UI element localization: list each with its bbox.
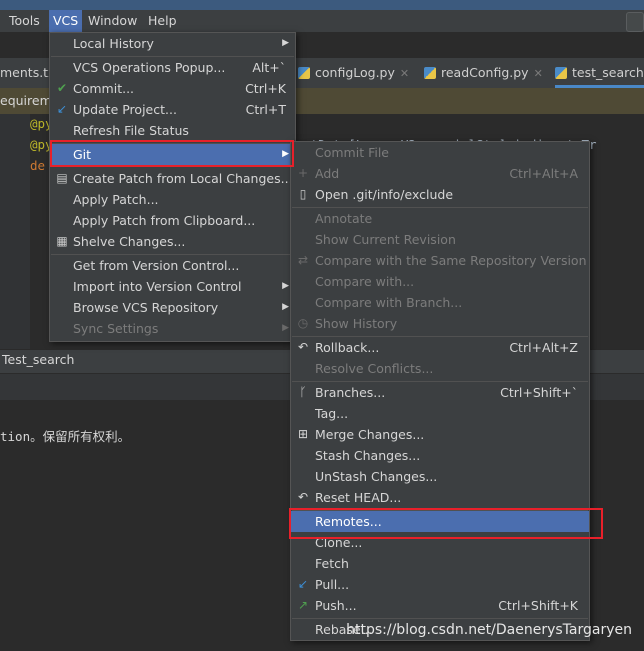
menu-item-get-from-vcs[interactable]: Get from Version Control... [50, 255, 295, 276]
menu-item-local-history[interactable]: Local History ▶ [50, 33, 295, 54]
submenu-arrow-icon: ▶ [282, 302, 289, 312]
menu-item-unstash-changes[interactable]: UnStash Changes... [291, 466, 589, 487]
add-plus-icon: + [297, 166, 309, 180]
history-clock-icon: ◷ [297, 316, 309, 330]
reset-icon: ↶ [297, 490, 309, 504]
vcs-menu: Local History ▶ VCS Operations Popup... Al… [49, 32, 296, 342]
menu-item-merge-changes[interactable]: ⊞ Merge Changes... [291, 424, 589, 445]
patch-icon: ▤ [56, 171, 68, 185]
editor-gutter [0, 114, 30, 349]
menu-item-apply-patch-clipboard[interactable]: Apply Patch from Clipboard... [50, 210, 295, 231]
tab-readconfig[interactable]: readConfig.py ✕ [424, 58, 543, 88]
tab-configlog[interactable]: configLog.py ✕ [298, 58, 409, 88]
menu-window[interactable]: Window [84, 10, 141, 32]
menu-item-pull[interactable]: ↙ Pull... [291, 574, 589, 595]
menu-item-import-into-vcs[interactable]: Import into Version Control ▶ [50, 276, 295, 297]
menu-item-fetch[interactable]: Fetch [291, 553, 589, 574]
menu-item-reset-head[interactable]: ↶ Reset HEAD... [291, 487, 589, 508]
branch-icon: ᚴ [299, 385, 307, 399]
compare-icon: ⇄ [297, 253, 309, 267]
close-icon[interactable]: ✕ [400, 67, 409, 80]
run-tab-label[interactable]: Test_search [2, 352, 74, 367]
shelve-icon: ▦ [56, 234, 68, 248]
file-icon: ▯ [299, 187, 307, 201]
menu-item-compare-same-repo: ⇄ Compare with the Same Repository Versio… [291, 250, 589, 271]
menu-item-vcs-operations-popup[interactable]: VCS Operations Popup... Alt+` [50, 57, 295, 78]
menu-item-apply-patch[interactable]: Apply Patch... [50, 189, 295, 210]
annotation-box-git [50, 140, 294, 167]
menu-item-show-current-revision: Show Current Revision [315, 232, 456, 247]
title-strip [0, 0, 644, 10]
git-submenu: Commit File + Add Ctrl+Alt+A ▯ Open .git/in… [290, 141, 590, 641]
pull-arrow-icon: ↙ [297, 577, 309, 591]
menu-item-tag[interactable]: Tag... [291, 403, 589, 424]
menu-item-rollback[interactable]: ↶ Rollback... Ctrl+Alt+Z [291, 337, 589, 358]
rollback-icon: ↶ [297, 340, 309, 354]
menu-item-shelve-changes[interactable]: ▦ Shelve Changes... [50, 231, 295, 252]
menu-item-refresh-file-status[interactable]: Refresh File Status [50, 120, 295, 141]
menu-item-add: + Add Ctrl+Alt+A [291, 163, 589, 184]
menu-item-commit[interactable]: ✔ Commit... Ctrl+K [50, 78, 295, 99]
menu-item-browse-vcs-repository[interactable]: Browse VCS Repository ▶ [50, 297, 295, 318]
code-keyword: de [30, 158, 46, 173]
console-output: tion。保留所有权利。 [0, 429, 131, 444]
menu-item-branches[interactable]: ᚴ Branches... Ctrl+Shift+` [291, 382, 589, 403]
menu-item-stash-changes[interactable]: Stash Changes... [291, 445, 589, 466]
menu-item-compare-with-branch: Compare with Branch... [315, 295, 463, 310]
menu-item-open-git-exclude[interactable]: ▯ Open .git/info/exclude [291, 184, 589, 205]
menu-item-push[interactable]: ↗ Push... Ctrl+Shift+K [291, 595, 589, 616]
close-icon[interactable]: ✕ [534, 67, 543, 80]
annotation-box-remotes [289, 508, 603, 539]
menu-item-update-project[interactable]: ↙ Update Project... Ctrl+T [50, 99, 295, 120]
submenu-arrow-icon: ▶ [282, 323, 289, 333]
menu-tools[interactable]: Tools [5, 10, 44, 32]
menu-item-show-history: ◷ Show History [291, 313, 589, 334]
python-file-icon [424, 67, 436, 79]
submenu-arrow-icon: ▶ [282, 38, 289, 48]
menu-item-commit-file: Commit File [315, 145, 389, 160]
menu-item-create-patch[interactable]: ▤ Create Patch from Local Changes... [50, 168, 295, 189]
commit-check-icon: ✔ [56, 81, 68, 95]
push-arrow-icon: ↗ [297, 598, 309, 612]
watermark-text: https://blog.csdn.net/DaenerysTargaryen [346, 622, 632, 638]
menu-item-compare-with: Compare with... [315, 274, 415, 289]
tab-test-search[interactable]: test_search.p [555, 58, 644, 88]
menu-vcs[interactable]: VCS [49, 10, 83, 32]
menu-item-annotate: Annotate [315, 211, 373, 226]
menu-help[interactable]: Help [144, 10, 181, 32]
menu-item-resolve-conflicts: Resolve Conflicts... [315, 361, 434, 376]
merge-icon: ⊞ [297, 427, 309, 441]
python-file-icon [555, 67, 567, 79]
submenu-arrow-icon: ▶ [282, 281, 289, 291]
menu-item-sync-settings: Sync Settings ▶ [50, 318, 295, 339]
toolbar-button[interactable] [626, 12, 644, 32]
python-file-icon [298, 67, 310, 79]
update-arrow-icon: ↙ [56, 102, 68, 116]
menu-bar: Tools VCS Window Help [0, 10, 644, 32]
